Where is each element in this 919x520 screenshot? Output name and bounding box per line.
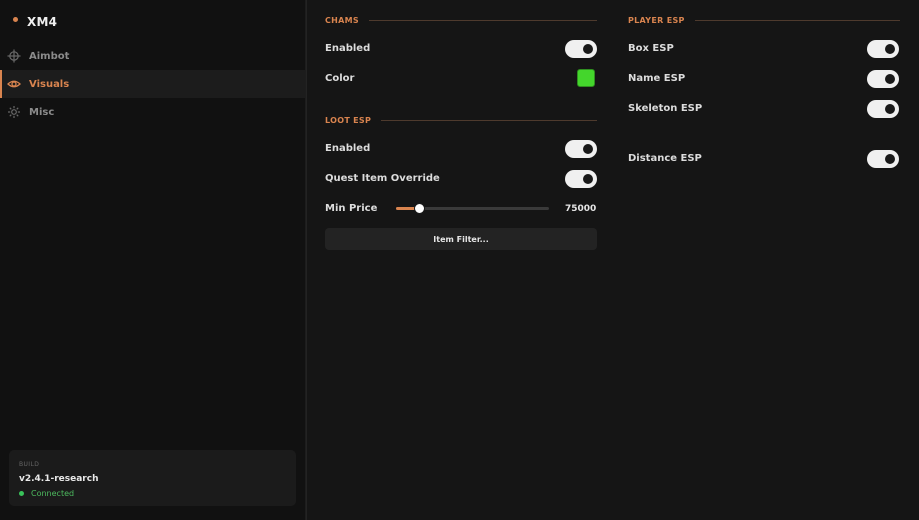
loot-esp-section-header: LOOT ESP — [325, 114, 597, 126]
toggle-knob — [583, 144, 593, 154]
main-panel: CHAMS Enabled Color LOOT ESP Enabled Que… — [306, 0, 919, 520]
toggle-knob — [885, 44, 895, 54]
sidebar-item-aimbot[interactable]: Aimbot — [0, 42, 305, 70]
name-esp-label: Name ESP — [628, 73, 686, 84]
app-window: XM4 Aimbot Visuals Misc BUILD v2.4.1-res… — [0, 0, 919, 520]
box-esp-label: Box ESP — [628, 43, 674, 54]
slider-thumb[interactable] — [413, 203, 425, 214]
toggle-knob — [885, 104, 895, 114]
chams-color-swatch[interactable] — [577, 69, 595, 87]
min-price-slider[interactable] — [396, 203, 549, 214]
chams-enabled-label: Enabled — [325, 43, 371, 54]
sidebar-item-label: Aimbot — [29, 50, 70, 62]
sidebar-item-visuals[interactable]: Visuals — [0, 70, 305, 98]
sidebar-nav: Aimbot Visuals Misc — [0, 42, 305, 126]
section-title: PLAYER ESP — [628, 15, 685, 25]
chams-section-header: CHAMS — [325, 14, 597, 26]
name-esp-toggle[interactable] — [867, 70, 899, 88]
brand-dot-icon — [13, 16, 18, 22]
skeleton-esp-label: Skeleton ESP — [628, 103, 703, 114]
loot-enabled-label: Enabled — [325, 143, 371, 154]
section-title: CHAMS — [325, 15, 359, 25]
loot-enabled-toggle[interactable] — [565, 140, 597, 158]
status-dot-icon — [19, 491, 24, 496]
build-info-card: BUILD v2.4.1-research Connected — [9, 450, 296, 506]
build-label: BUILD — [19, 461, 40, 468]
section-divider — [381, 119, 597, 121]
skeleton-esp-toggle[interactable] — [867, 100, 899, 118]
item-filter-button[interactable]: Item Filter... — [325, 228, 597, 250]
connection-status: Connected — [19, 489, 74, 498]
player-esp-section-header: PLAYER ESP — [628, 14, 900, 26]
section-divider — [694, 19, 900, 21]
app-title: XM4 — [27, 15, 58, 29]
toggle-knob — [583, 174, 593, 184]
build-version: v2.4.1-research — [19, 474, 99, 484]
sidebar-item-label: Misc — [29, 106, 55, 118]
chams-color-label: Color — [325, 73, 355, 84]
sidebar-item-label: Visuals — [29, 78, 70, 90]
toggle-knob — [583, 44, 593, 54]
eye-icon — [7, 80, 21, 88]
gear-icon — [8, 106, 20, 118]
distance-esp-label: Distance ESP — [628, 153, 702, 164]
section-title: LOOT ESP — [325, 115, 372, 125]
quest-item-override-label: Quest Item Override — [325, 173, 440, 184]
box-esp-toggle[interactable] — [867, 40, 899, 58]
connection-status-label: Connected — [31, 489, 75, 498]
sidebar: XM4 Aimbot Visuals Misc BUILD v2.4.1-res… — [0, 0, 306, 520]
distance-esp-toggle[interactable] — [867, 150, 899, 168]
crosshair-icon — [7, 49, 21, 63]
toggle-knob — [885, 74, 895, 84]
section-divider — [368, 19, 597, 21]
brand: XM4 — [13, 15, 57, 29]
toggle-knob — [885, 154, 895, 164]
sidebar-item-misc[interactable]: Misc — [0, 98, 305, 126]
min-price-value: 75000 — [565, 204, 597, 214]
quest-item-override-toggle[interactable] — [565, 170, 597, 188]
min-price-label: Min Price — [325, 203, 378, 214]
chams-enabled-toggle[interactable] — [565, 40, 597, 58]
